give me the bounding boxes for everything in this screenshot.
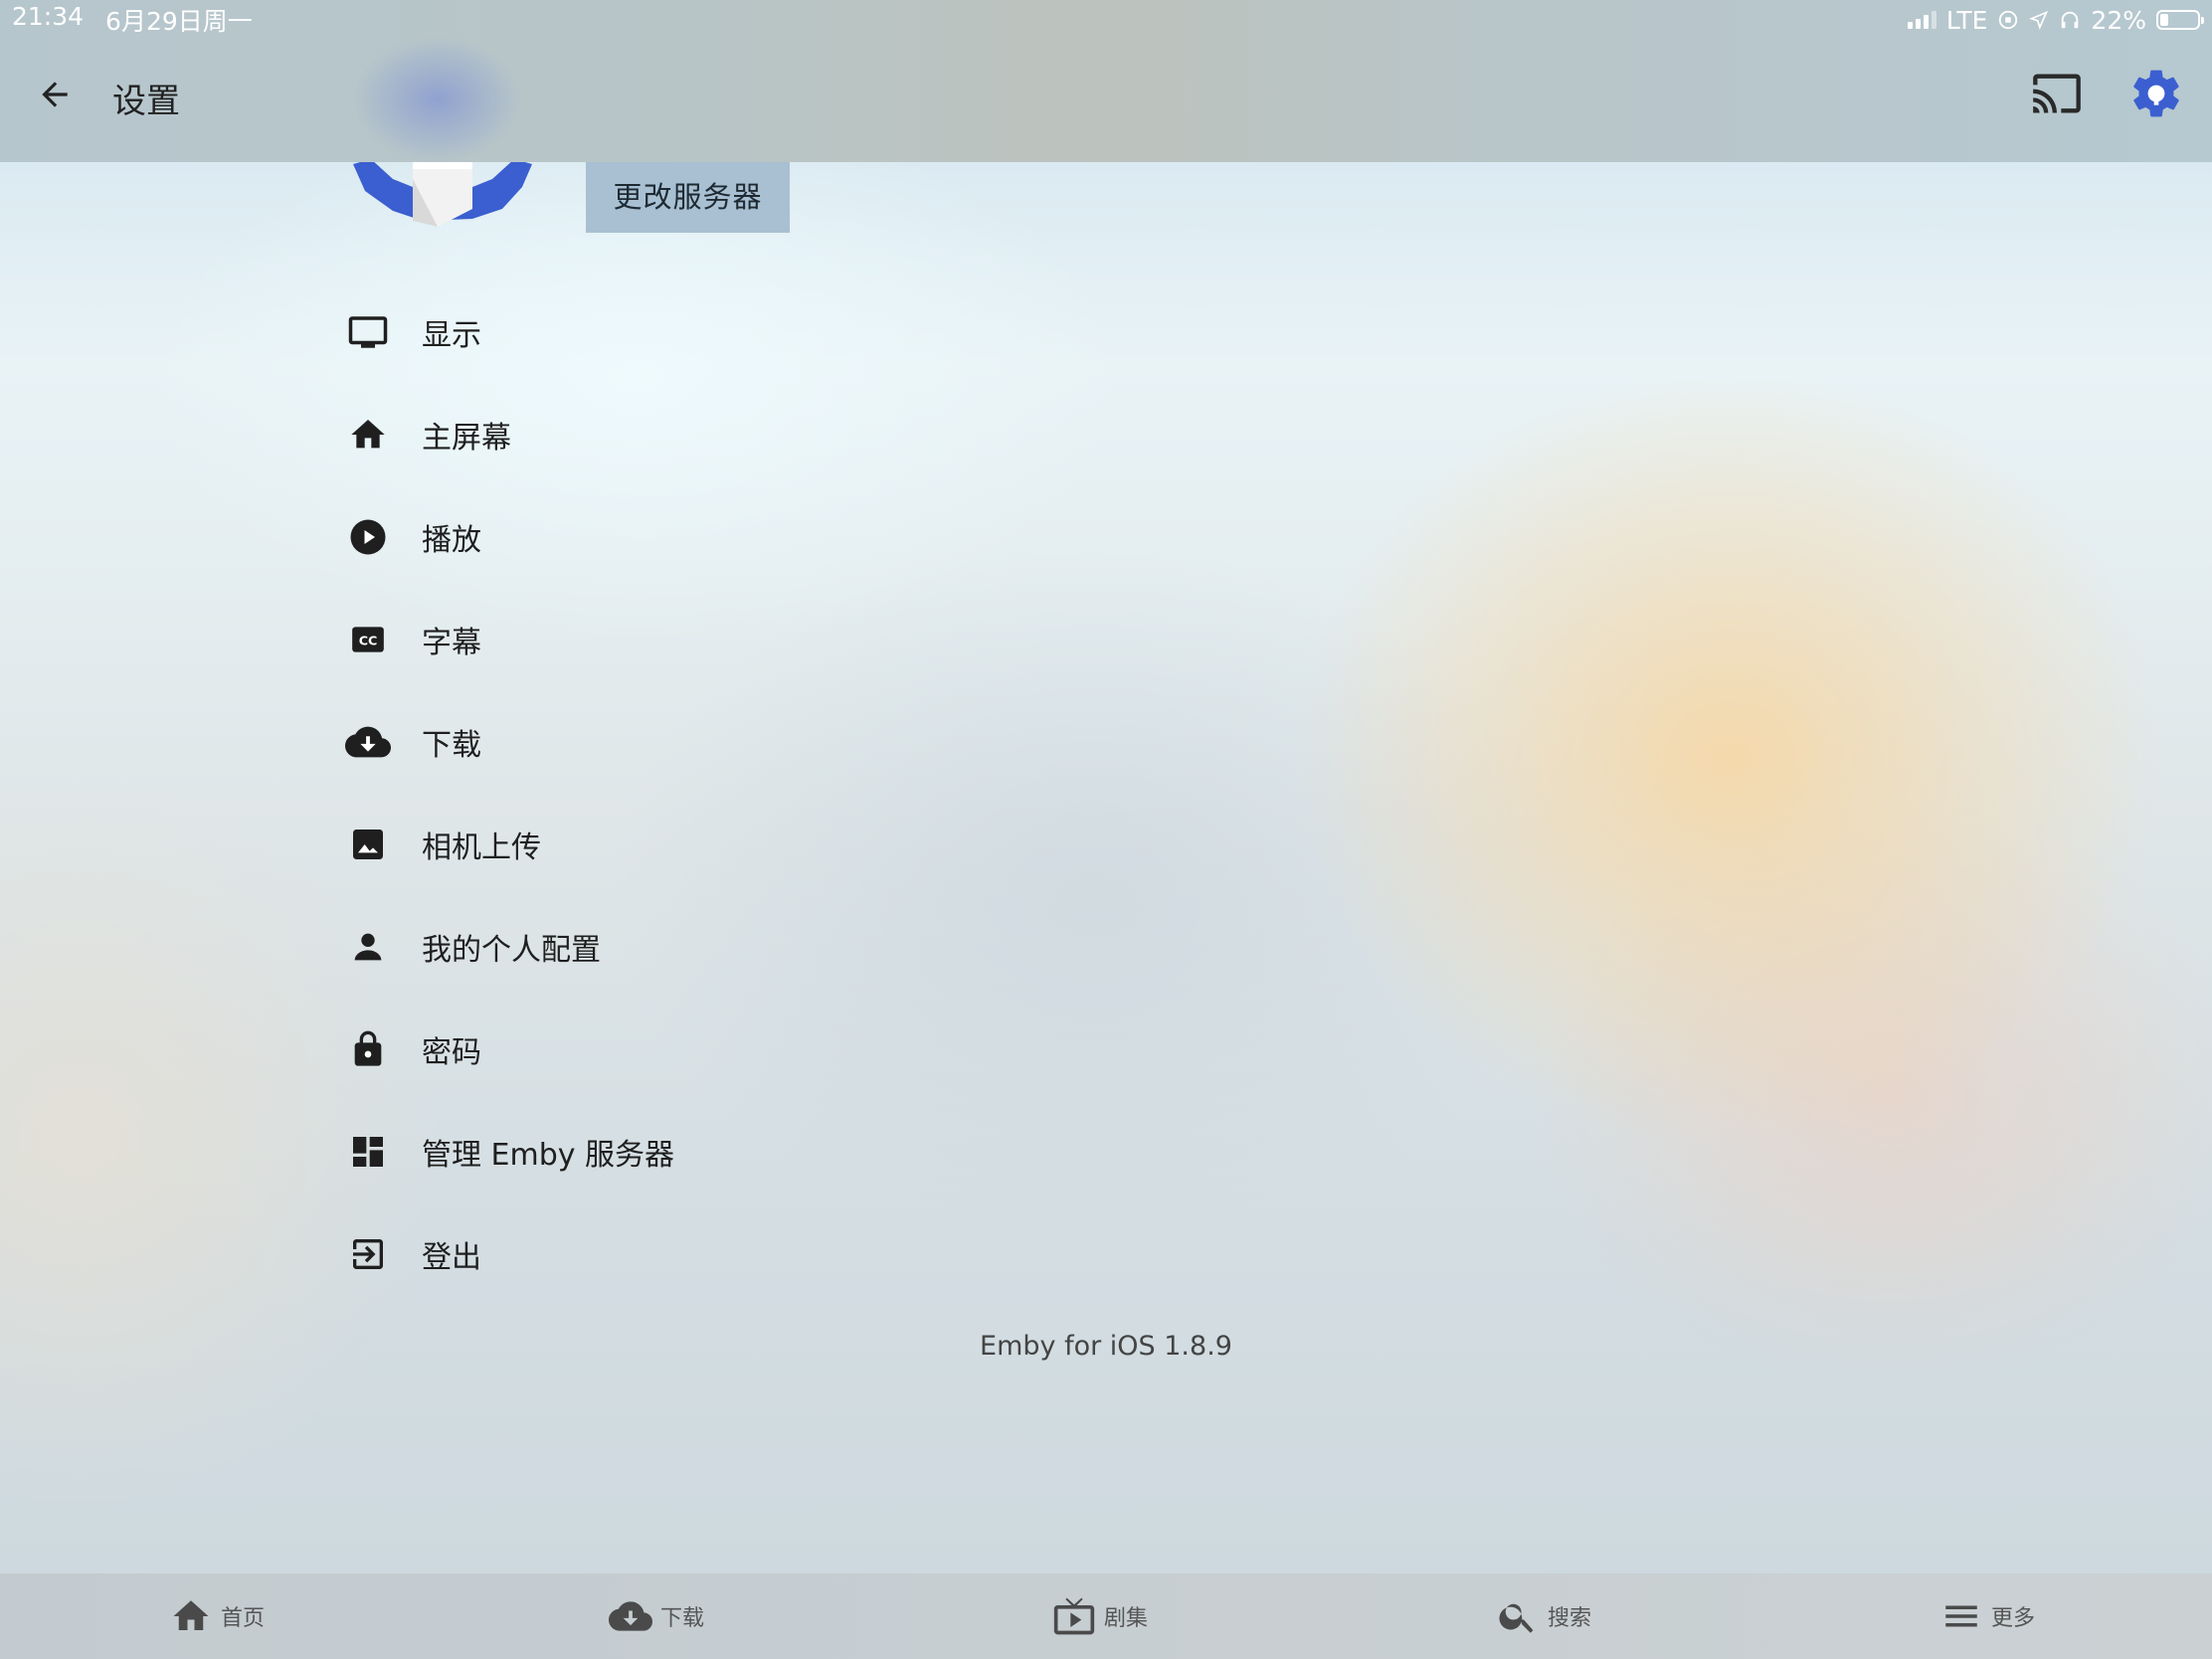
search-icon (1496, 1594, 1540, 1638)
cast-icon (2033, 74, 2081, 113)
menu-item-subtitles[interactable]: CC 字幕 (338, 588, 1034, 690)
svg-text:CC: CC (359, 633, 378, 647)
tv-play-icon (1052, 1594, 1096, 1638)
closed-caption-icon: CC (338, 610, 398, 669)
cloud-download-icon (338, 712, 398, 772)
page-title: 设置 (112, 82, 180, 121)
exit-icon (338, 1224, 398, 1284)
nav-search[interactable]: 搜索 (1496, 1573, 1591, 1659)
menu-item-downloads[interactable]: 下载 (338, 690, 1034, 793)
nav-label: 下载 (660, 1606, 705, 1631)
nav-label: 更多 (1991, 1606, 2036, 1631)
nav-downloads[interactable]: 下载 (609, 1573, 704, 1659)
menu-item-display[interactable]: 显示 (338, 280, 1034, 383)
signal-icon (1907, 11, 1936, 29)
nav-label: 剧集 (1104, 1606, 1149, 1631)
menu-item-profile[interactable]: 我的个人配置 (338, 895, 1034, 998)
network-type: LTE (1945, 5, 1988, 35)
bottom-nav: 首页 下载 剧集 搜索 更多 (0, 1573, 2212, 1659)
nav-episodes[interactable]: 剧集 (1052, 1573, 1148, 1659)
status-bar: 21:34 6月29日周一 LTE 22% (0, 0, 2212, 40)
menu-item-label: 管理 Emby 服务器 (422, 1137, 675, 1173)
image-icon (338, 815, 398, 874)
menu-item-label: 下载 (422, 727, 481, 763)
menu-item-manage-server[interactable]: 管理 Emby 服务器 (338, 1100, 1034, 1202)
menu-item-password[interactable]: 密码 (338, 998, 1034, 1100)
location-icon (2029, 10, 2049, 30)
back-button[interactable] (30, 70, 80, 119)
home-icon (169, 1594, 213, 1638)
menu-item-sign-out[interactable]: 登出 (338, 1202, 1034, 1305)
menu-item-label: 主屏幕 (422, 420, 511, 456)
arrow-left-icon (42, 82, 68, 107)
nav-label: 搜索 (1548, 1606, 1592, 1631)
home-icon (338, 405, 398, 464)
change-server-button[interactable]: 更改服务器 (586, 157, 790, 233)
nav-home[interactable]: 首页 (169, 1573, 265, 1659)
menu-item-label: 播放 (422, 522, 481, 558)
cloud-download-icon (609, 1594, 652, 1638)
menu-item-label: 字幕 (422, 625, 481, 660)
status-date: 6月29日周一 (105, 7, 253, 36)
orientation-lock-icon (1999, 10, 2018, 30)
menu-icon (1939, 1594, 1983, 1638)
lock-icon (338, 1019, 398, 1079)
menu-item-label: 登出 (422, 1239, 481, 1275)
headphones-icon (2062, 11, 2079, 29)
status-time: 21:34 (12, 2, 85, 31)
dashboard-icon (338, 1122, 398, 1182)
battery-text: 22% (2091, 5, 2146, 35)
menu-item-label: 相机上传 (422, 830, 541, 865)
menu-item-home-screen[interactable]: 主屏幕 (338, 383, 1034, 485)
menu-item-label: 密码 (422, 1034, 481, 1070)
nav-more[interactable]: 更多 (1939, 1573, 2035, 1659)
app-version: Emby for iOS 1.8.9 (980, 1331, 1232, 1362)
settings-button[interactable] (2128, 66, 2184, 121)
settings-gear-icon (2133, 70, 2179, 117)
play-circle-icon (338, 507, 398, 567)
battery-icon (2156, 10, 2204, 30)
nav-label: 首页 (221, 1606, 266, 1631)
monitor-icon (338, 302, 398, 362)
menu-item-playback[interactable]: 播放 (338, 485, 1034, 588)
cast-button[interactable] (2029, 68, 2085, 119)
menu-item-label: 我的个人配置 (422, 932, 601, 968)
menu-item-label: 显示 (422, 317, 481, 353)
person-icon (338, 917, 398, 977)
settings-menu: 显示 主屏幕 播放 CC 字幕 下载 相机上传 我的个人配置 密码 管理 Emb… (338, 280, 1034, 1305)
menu-item-camera-upload[interactable]: 相机上传 (338, 793, 1034, 895)
